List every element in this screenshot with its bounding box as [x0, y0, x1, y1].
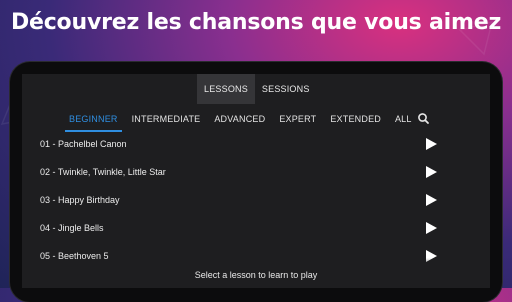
mode-tabs: LESSONS SESSIONS: [197, 74, 317, 104]
lesson-title: 01 - Pachelbel Canon: [40, 139, 127, 149]
tab-beginner[interactable]: BEGINNER: [62, 106, 125, 132]
lesson-title: 03 - Happy Birthday: [40, 195, 120, 205]
level-filter-tabs: BEGINNER INTERMEDIATE ADVANCED EXPERT EX…: [62, 106, 419, 132]
search-button[interactable]: [415, 110, 433, 128]
lesson-title: 04 - Jingle Bells: [40, 223, 104, 233]
tab-advanced[interactable]: ADVANCED: [207, 106, 272, 132]
lesson-row-twinkle-twinkle[interactable]: 02 - Twinkle, Twinkle, Little Star: [22, 158, 490, 186]
search-icon: [418, 113, 429, 124]
play-icon[interactable]: [424, 165, 438, 179]
play-icon[interactable]: [424, 193, 438, 207]
footer-hint-text: Select a lesson to learn to play: [194, 270, 318, 280]
tab-sessions[interactable]: SESSIONS: [255, 74, 317, 104]
play-icon[interactable]: [424, 137, 438, 151]
tab-all[interactable]: ALL: [388, 106, 419, 132]
promo-headline: Découvrez les chansons que vous aimez: [10, 10, 502, 35]
play-icon[interactable]: [424, 221, 438, 235]
tab-lessons[interactable]: LESSONS: [197, 74, 255, 104]
lesson-row-jingle-bells[interactable]: 04 - Jingle Bells: [22, 214, 490, 242]
tab-extended[interactable]: EXTENDED: [323, 106, 388, 132]
tab-intermediate[interactable]: INTERMEDIATE: [125, 106, 208, 132]
tab-expert[interactable]: EXPERT: [272, 106, 323, 132]
lesson-row-happy-birthday[interactable]: 03 - Happy Birthday: [22, 186, 490, 214]
footer-hint-bar: Select a lesson to learn to play: [22, 258, 490, 288]
lesson-list: 01 - Pachelbel Canon 02 - Twinkle, Twink…: [22, 130, 490, 270]
app-screen: LESSONS SESSIONS BEGINNER INTERMEDIATE A…: [22, 74, 490, 288]
lesson-title: 02 - Twinkle, Twinkle, Little Star: [40, 167, 166, 177]
lesson-row-pachelbel-canon[interactable]: 01 - Pachelbel Canon: [22, 130, 490, 158]
